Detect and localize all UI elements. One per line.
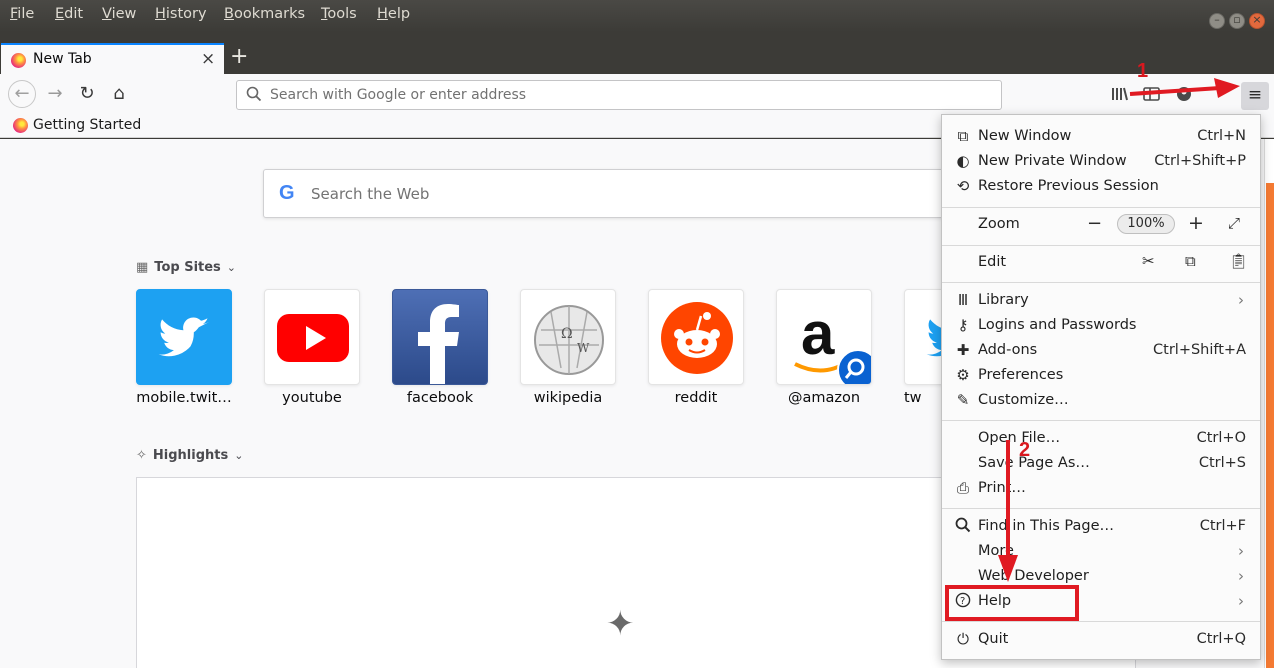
annotation-help-highlight	[945, 585, 1079, 621]
annotation-step-1: 1	[1137, 60, 1149, 82]
annotation-step-2: 2	[1019, 439, 1031, 461]
annotation-arrows	[998, 78, 1240, 582]
